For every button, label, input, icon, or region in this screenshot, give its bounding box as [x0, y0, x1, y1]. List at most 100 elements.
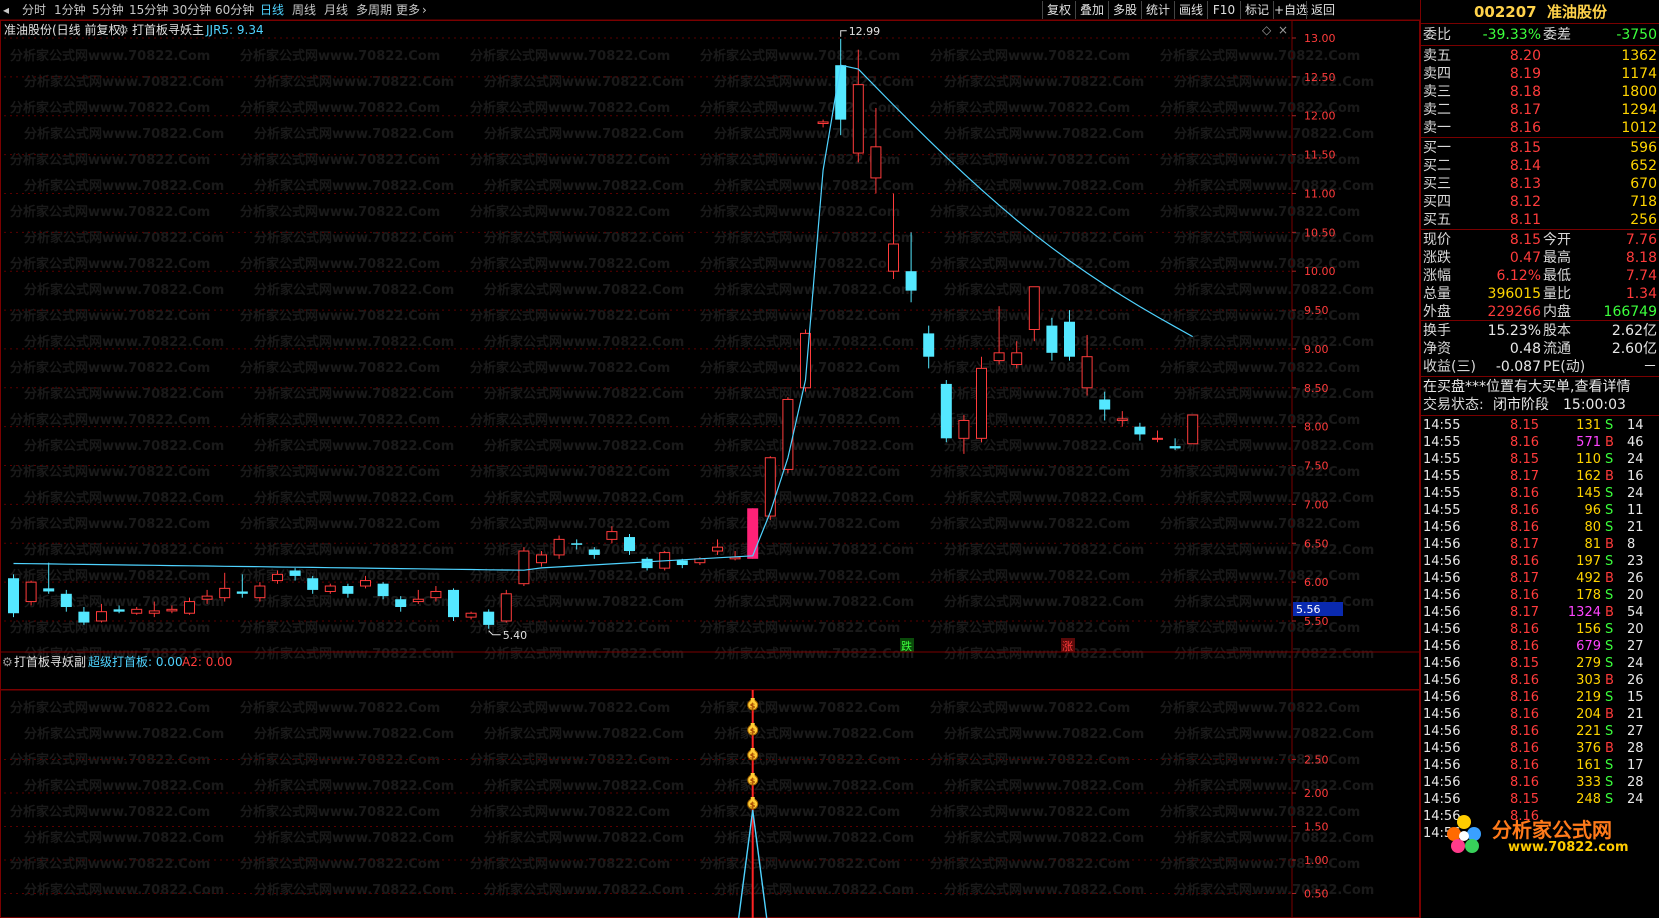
tick-price: 8.16 — [1510, 724, 1539, 739]
tick-row: 14:56 8.15 248 S 24 — [1421, 791, 1659, 808]
bid-row[interactable]: 买五 8.11 256 — [1421, 211, 1659, 229]
tick-count: 27 — [1627, 639, 1644, 654]
watermark-text: 分析家公式网www.70822.Com — [1160, 752, 1360, 768]
tool-button-0[interactable]: 复权 — [1042, 1, 1075, 19]
fin-v1: -0.087 — [1495, 359, 1541, 375]
ask-vol: 1362 — [1621, 48, 1657, 64]
tick-count: 20 — [1627, 622, 1644, 637]
candle — [1152, 430, 1163, 443]
tick-row: 14:56 8.16 679 S 27 — [1421, 638, 1659, 655]
tick-volume: 679 — [1576, 639, 1601, 654]
tick-volume: 178 — [1576, 588, 1601, 603]
ask-row[interactable]: 卖三 8.18 1800 — [1421, 83, 1659, 101]
tick-time: 14:56 — [1423, 741, 1461, 756]
close-icon[interactable]: × — [1278, 22, 1288, 38]
money-bag-icon: $ — [747, 748, 759, 761]
tool-button-6[interactable]: 标记 — [1240, 1, 1273, 19]
chevron-right-icon[interactable]: › — [422, 2, 427, 18]
main-chart[interactable]: 分析家公式网www.70822.Com 分析家公式网www.70822.Com 分析… — [0, 20, 1420, 690]
watermark-text: 分析家公式网www.70822.Com — [1174, 490, 1374, 506]
main-indicator-name[interactable]: 打首板寻妖主 — [132, 22, 204, 38]
bid-row[interactable]: 买三 8.13 670 — [1421, 175, 1659, 193]
tick-side: S — [1605, 452, 1614, 467]
sub-indicator-chart[interactable]: 分析家公式网www.70822.Com 分析家公式网www.70822.Com 分析… — [0, 680, 1420, 918]
watermark-text: 分析家公式网www.70822.Com — [254, 334, 454, 350]
ask-row[interactable]: 卖二 8.17 1294 — [1421, 101, 1659, 119]
tool-button-4[interactable]: 画线 — [1174, 1, 1207, 19]
period-tab-3[interactable]: 15分钟 — [129, 2, 168, 18]
watermark-text: 分析家公式网www.70822.Com — [1160, 464, 1360, 480]
flower-logo-icon — [1447, 815, 1481, 853]
watermark-text: 分析家公式网www.70822.Com — [10, 360, 210, 376]
sub-chart[interactable]: 分析家公式网www.70822.Com 分析家公式网www.70822.Com 分析… — [0, 680, 1420, 918]
watermark-text: 分析家公式网www.70822.Com — [10, 464, 210, 480]
watermark-text: 分析家公式网www.70822.Com — [1174, 594, 1374, 610]
period-tab-8[interactable]: 月线 — [324, 2, 348, 18]
collapse-arrow-icon[interactable]: ◂ — [3, 2, 9, 18]
watermark-text: 分析家公式网www.70822.Com — [470, 256, 670, 272]
period-tab-5[interactable]: 60分钟 — [215, 2, 254, 18]
watermark-text: 分析家公式网www.70822.Com — [714, 778, 914, 794]
ask-row[interactable]: 卖四 8.19 1174 — [1421, 65, 1659, 83]
period-tab-1[interactable]: 1分钟 — [54, 2, 86, 18]
tick-side: S — [1605, 622, 1614, 637]
watermark-text: 分析家公式网www.70822.Com — [10, 804, 210, 820]
tool-button-7[interactable]: +自选 — [1273, 1, 1308, 19]
tick-price: 8.16 — [1510, 622, 1539, 637]
ask-row[interactable]: 卖一 8.16 1012 — [1421, 119, 1659, 137]
weibi-value: -39.33% — [1482, 27, 1541, 43]
bid-row[interactable]: 买四 8.12 718 — [1421, 193, 1659, 211]
sub-indicator-name[interactable]: 打首板寻妖副 — [14, 654, 86, 670]
stock-name: 准油股份 — [1547, 3, 1608, 21]
period-tab-6[interactable]: 日线 — [260, 2, 284, 18]
stat-l2: 今开 — [1543, 232, 1571, 248]
watermark-text: 分析家公式网www.70822.Com — [240, 568, 440, 584]
sub-gear-icon[interactable]: ⚙ — [2, 654, 13, 670]
ask-row[interactable]: 卖五 8.20 1362 — [1421, 47, 1659, 65]
watermark-text: 分析家公式网www.70822.Com — [10, 856, 210, 872]
watermark-text: 分析家公式网www.70822.Com — [484, 830, 684, 846]
tool-button-8[interactable]: 返回 — [1306, 1, 1339, 19]
tick-count: 23 — [1627, 554, 1644, 569]
fin-v2: 2.60亿 — [1611, 341, 1657, 357]
indicator-gear-icon[interactable]: ⚙ — [118, 22, 129, 38]
tick-count: 28 — [1627, 741, 1644, 756]
fin-row: 净资 0.48 流通 2.60亿 — [1421, 340, 1659, 358]
price-tick-label: 12.00 — [1304, 110, 1336, 123]
candlestick-chart[interactable]: 分析家公式网www.70822.Com 分析家公式网www.70822.Com 分析… — [0, 20, 1420, 690]
tick-row: 14:55 8.16 96 S 11 — [1421, 502, 1659, 519]
bid-row[interactable]: 买二 8.14 652 — [1421, 157, 1659, 175]
candle — [976, 356, 987, 443]
svg-text:$: $ — [750, 752, 756, 761]
tool-button-2[interactable]: 多股 — [1108, 1, 1141, 19]
ask-label: 卖四 — [1423, 66, 1451, 82]
stat-l1: 总量 — [1423, 286, 1451, 302]
tool-button-5[interactable]: F10 — [1207, 1, 1240, 19]
period-tab-9[interactable]: 多周期 — [356, 2, 392, 18]
tick-time: 14:55 — [1423, 503, 1461, 518]
candle — [8, 574, 19, 618]
tick-side: S — [1605, 503, 1614, 518]
big-order-notice[interactable]: 在买盘***位置有大买单,查看详情 — [1421, 378, 1659, 396]
up-marker: 涨 — [1062, 640, 1073, 653]
period-tab-7[interactable]: 周线 — [292, 2, 316, 18]
tick-volume: 96 — [1584, 503, 1601, 518]
watermark-text: 分析家公式网www.70822.Com — [944, 882, 1144, 898]
period-tab-2[interactable]: 5分钟 — [92, 2, 124, 18]
tick-count: 14 — [1627, 418, 1644, 433]
period-tab-4[interactable]: 30分钟 — [172, 2, 211, 18]
diamond-icon[interactable]: ◇ — [1262, 22, 1271, 38]
watermark-text: 分析家公式网www.70822.Com — [714, 882, 914, 898]
tool-button-3[interactable]: 统计 — [1141, 1, 1174, 19]
tool-button-1[interactable]: 叠加 — [1075, 1, 1108, 19]
tick-row: 14:56 8.17 81 B 8 — [1421, 536, 1659, 553]
period-tab-0[interactable]: 分时 — [22, 2, 46, 18]
bid-row[interactable]: 买一 8.15 596 — [1421, 139, 1659, 157]
bid-vol: 652 — [1630, 158, 1657, 174]
stat-l2: 最低 — [1543, 268, 1571, 284]
watermark-text: 分析家公式网www.70822.Com — [714, 334, 914, 350]
tick-time: 14:56 — [1423, 554, 1461, 569]
period-tab-10[interactable]: 更多 — [396, 2, 420, 18]
watermark-text: 分析家公式网www.70822.Com — [254, 882, 454, 898]
watermark-text: 分析家公式网www.70822.Com — [930, 360, 1130, 376]
